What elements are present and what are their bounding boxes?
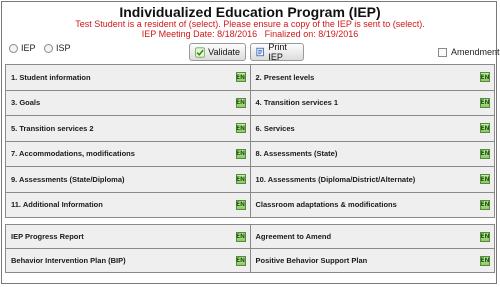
section-item-label[interactable]: 10. Assessments (Diploma/District/Altern… [256, 175, 481, 184]
amendment-label: Amendment [451, 47, 500, 57]
radio-isp-circle[interactable] [44, 43, 53, 53]
meeting-dates: IEP Meeting Date: 8/18/2016 Finalized on… [2, 29, 498, 40]
section-item[interactable]: 7. Accommodations, modifications EN [6, 141, 251, 166]
edit-en-icon[interactable]: EN [480, 231, 490, 242]
report-item-label[interactable]: Behavior Intervention Plan (BIP) [11, 256, 236, 265]
section-item-label[interactable]: 7. Accommodations, modifications [11, 149, 236, 158]
section-item-label[interactable]: 2. Present levels [256, 73, 481, 82]
section-item[interactable]: 6. Services EN [250, 116, 494, 141]
report-item-label[interactable]: Positive Behavior Support Plan [256, 256, 481, 265]
radio-iep[interactable]: IEP [9, 43, 36, 53]
edit-en-icon[interactable]: EN [480, 148, 490, 159]
section-item[interactable]: 11. Additional Information EN [6, 192, 251, 217]
section-row: 11. Additional Information EN Classroom ad… [6, 192, 494, 217]
edit-en-icon[interactable]: EN [480, 72, 490, 83]
edit-en-icon[interactable]: EN [235, 97, 246, 108]
section-item-label[interactable]: 6. Services [256, 124, 481, 133]
section-item-label[interactable]: 5. Transition services 2 [11, 124, 236, 133]
report-row: IEP Progress Report EN Agreement to Amend E… [6, 225, 494, 249]
edit-en-icon[interactable]: EN [480, 199, 490, 210]
section-item[interactable]: 9. Assessments (State/Diploma) EN [6, 167, 251, 192]
report-row: Behavior Intervention Plan (BIP) EN Positi… [6, 249, 494, 272]
section-item[interactable]: 5. Transition services 2 EN [6, 116, 251, 141]
validate-button[interactable]: Validate [189, 43, 246, 61]
radio-isp-label: ISP [56, 43, 71, 53]
page-title: Individualized Education Program (IEP) [119, 4, 381, 20]
radio-iep-circle[interactable] [9, 43, 18, 53]
finalized-date: Finalized on: 8/19/2016 [264, 29, 359, 39]
document-icon [256, 47, 264, 57]
edit-en-icon[interactable]: EN [235, 231, 246, 242]
section-row: 9. Assessments (State/Diploma) EN 10. Asse… [6, 167, 494, 193]
radio-isp[interactable]: ISP [44, 43, 71, 53]
section-row: 1. Student information EN 2. Present level… [6, 65, 494, 91]
report-item-label[interactable]: Agreement to Amend [256, 232, 481, 241]
amendment-checkbox-box[interactable] [438, 47, 447, 57]
report-item[interactable]: IEP Progress Report EN [6, 225, 251, 248]
report-item[interactable]: Positive Behavior Support Plan EN [250, 249, 494, 272]
section-item-label[interactable]: 1. Student information [11, 73, 236, 82]
section-item-label[interactable]: 3. Goals [11, 98, 236, 107]
print-iep-button[interactable]: Print IEP [250, 42, 304, 62]
section-item[interactable]: 3. Goals EN [6, 90, 251, 115]
section-item[interactable]: Classroom adaptations & modifications EN [250, 192, 494, 217]
section-item-label[interactable]: 4. Transition services 1 [256, 98, 481, 107]
section-item[interactable]: 2. Present levels EN [250, 65, 494, 90]
section-item[interactable]: 1. Student information EN [6, 65, 251, 90]
edit-en-icon[interactable]: EN [235, 174, 246, 185]
edit-en-icon[interactable]: EN [235, 199, 246, 210]
iep-panel: Individualized Education Program (IEP) T… [1, 1, 500, 284]
edit-en-icon[interactable]: EN [480, 255, 490, 266]
edit-en-icon[interactable]: EN [235, 255, 246, 266]
report-item[interactable]: Agreement to Amend EN [250, 225, 494, 248]
sections-grid: 1. Student information EN 2. Present level… [5, 64, 495, 218]
edit-en-icon[interactable]: EN [235, 72, 246, 83]
section-row: 7. Accommodations, modifications EN 8. Ass… [6, 141, 494, 167]
section-row: 5. Transition services 2 EN 6. Services EN [6, 116, 494, 142]
meeting-date: IEP Meeting Date: 8/18/2016 [141, 29, 258, 39]
reports-grid: IEP Progress Report EN Agreement to Amend E… [5, 224, 495, 273]
edit-en-icon[interactable]: EN [480, 174, 490, 185]
section-item-label[interactable]: 8. Assessments (State) [256, 149, 481, 158]
section-item-label[interactable]: 11. Additional Information [11, 200, 236, 209]
radio-iep-label: IEP [21, 43, 36, 53]
amendment-checkbox[interactable]: Amendment [438, 47, 500, 57]
section-item[interactable]: 8. Assessments (State) EN [250, 141, 494, 166]
section-item[interactable]: 10. Assessments (Diploma/District/Altern… [250, 167, 494, 192]
section-item-label[interactable]: 9. Assessments (State/Diploma) [11, 175, 236, 184]
edit-en-icon[interactable]: EN [235, 123, 246, 134]
edit-en-icon[interactable]: EN [480, 123, 490, 134]
edit-en-icon[interactable]: EN [480, 97, 490, 108]
section-item-label[interactable]: Classroom adaptations & modifications [256, 200, 481, 209]
report-item[interactable]: Behavior Intervention Plan (BIP) EN [6, 249, 251, 272]
section-item[interactable]: 4. Transition services 1 EN [250, 90, 494, 115]
print-iep-label: Print IEP [268, 42, 287, 62]
section-row: 3. Goals EN 4. Transition services 1 EN [6, 90, 494, 116]
edit-en-icon[interactable]: EN [235, 148, 246, 159]
check-icon [195, 46, 206, 58]
validate-label: Validate [208, 47, 240, 57]
report-item-label[interactable]: IEP Progress Report [11, 232, 236, 241]
